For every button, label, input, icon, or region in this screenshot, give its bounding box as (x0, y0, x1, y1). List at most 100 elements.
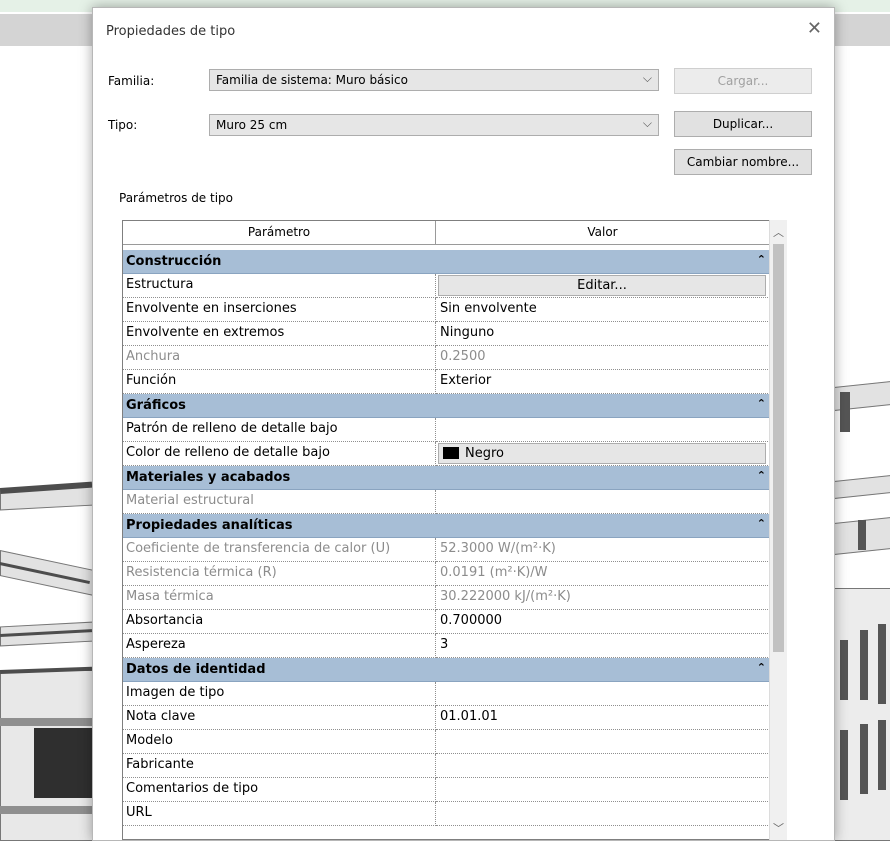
table-row[interactable]: Color de relleno de detalle bajo Negro (123, 442, 786, 466)
collapse-icon[interactable]: ⌃ (757, 661, 766, 674)
rename-button[interactable]: Cambiar nombre... (674, 149, 812, 175)
param-value[interactable]: Ninguno (436, 322, 770, 346)
param-value: 52.3000 W/(m²·K) (436, 538, 770, 562)
table-row[interactable]: Absortancia 0.700000 (123, 610, 786, 634)
param-name: Nota clave (123, 706, 436, 730)
param-name: Resistencia térmica (R) (123, 562, 436, 586)
param-value[interactable]: Sin envolvente (436, 298, 770, 322)
param-value[interactable]: 01.01.01 (436, 706, 770, 730)
column (840, 640, 848, 700)
collapse-icon[interactable]: ⌃ (757, 469, 766, 482)
param-name: Masa térmica (123, 586, 436, 610)
type-dropdown-value: Muro 25 cm (216, 118, 288, 132)
table-row[interactable]: Estructura Editar... (123, 274, 786, 298)
parameters-grid: Parámetro Valor = Construcción⌃ Estructu… (122, 220, 787, 840)
column (840, 392, 850, 432)
table-row: Coeficiente de transferencia de calor (U… (123, 538, 786, 562)
category-identidad[interactable]: Datos de identidad ⌃ (123, 658, 786, 682)
table-row[interactable]: Envolvente en inserciones Sin envolvente (123, 298, 786, 322)
table-row: Masa térmica 30.222000 kJ/(m²·K) (123, 586, 786, 610)
param-name: Envolvente en inserciones (123, 298, 436, 322)
category-analiticas[interactable]: Propiedades analíticas ⌃ (123, 514, 786, 538)
param-value: 0.2500 (436, 346, 770, 370)
column (858, 520, 866, 550)
facade-band (0, 806, 92, 814)
column-header-parameter[interactable]: Parámetro (123, 221, 436, 245)
color-name: Negro (465, 446, 504, 461)
building-roof-right (833, 14, 890, 46)
param-value[interactable] (436, 730, 770, 754)
param-name: Imagen de tipo (123, 682, 436, 706)
param-name: Anchura (123, 346, 436, 370)
param-value[interactable]: 0.700000 (436, 610, 770, 634)
scrollbar-thumb[interactable] (773, 244, 784, 652)
table-row[interactable]: Imagen de tipo (123, 682, 786, 706)
column (878, 720, 886, 790)
table-row[interactable]: Comentarios de tipo (123, 778, 786, 802)
column-header-value[interactable]: Valor (436, 221, 770, 245)
color-button[interactable]: Negro (438, 443, 766, 464)
type-parameters-label: Parámetros de tipo (119, 191, 234, 205)
edit-structure-button[interactable]: Editar... (438, 275, 766, 296)
param-name: Coeficiente de transferencia de calor (U… (123, 538, 436, 562)
load-button[interactable]: Cargar... (674, 68, 812, 94)
table-row[interactable]: URL (123, 802, 786, 826)
collapse-icon[interactable]: ⌃ (757, 517, 766, 530)
table-row[interactable]: Patrón de relleno de detalle bajo (123, 418, 786, 442)
table-row: Resistencia térmica (R) 0.0191 (m²·K)/W (123, 562, 786, 586)
type-properties-dialog: Propiedades de tipo ✕ Familia: Familia d… (92, 7, 835, 841)
grid-scrollbar[interactable]: ︿ ﹀ (769, 220, 787, 840)
family-dropdown-value: Familia de sistema: Muro básico (216, 73, 408, 87)
type-label: Tipo: (108, 118, 138, 132)
table-row[interactable]: Fabricante (123, 754, 786, 778)
category-label: Gráficos (126, 398, 186, 413)
chevron-down-icon: ⌵ (642, 71, 652, 85)
table-row[interactable]: Envolvente en extremos Ninguno (123, 322, 786, 346)
table-row[interactable]: Modelo (123, 730, 786, 754)
table-row[interactable]: Nota clave 01.01.01 (123, 706, 786, 730)
param-name: Aspereza (123, 634, 436, 658)
table-row[interactable]: Aspereza 3 (123, 634, 786, 658)
chevron-up-icon[interactable]: ︿ (773, 224, 784, 240)
param-name: Patrón de relleno de detalle bajo (123, 418, 436, 442)
param-value[interactable]: 3 (436, 634, 770, 658)
duplicate-button[interactable]: Duplicar... (674, 111, 812, 137)
color-swatch (443, 447, 459, 459)
family-dropdown[interactable]: Familia de sistema: Muro básico ⌵ (209, 69, 659, 91)
param-value[interactable] (436, 802, 770, 826)
collapse-icon[interactable]: ⌃ (757, 397, 766, 410)
param-name: Absortancia (123, 610, 436, 634)
param-name: Fabricante (123, 754, 436, 778)
type-dropdown[interactable]: Muro 25 cm ⌵ (209, 114, 659, 136)
param-name: Función (123, 370, 436, 394)
collapse-icon[interactable]: ⌃ (757, 253, 766, 266)
chevron-down-icon[interactable]: ﹀ (773, 820, 784, 836)
param-value: 0.0191 (m²·K)/W (436, 562, 770, 586)
category-label: Construcción (126, 254, 222, 269)
category-label: Propiedades analíticas (126, 518, 293, 533)
param-value[interactable] (436, 754, 770, 778)
param-name: URL (123, 802, 436, 826)
table-row: Anchura 0.2500 (123, 346, 786, 370)
category-label: Datos de identidad (126, 662, 266, 677)
param-value: 30.222000 kJ/(m²·K) (436, 586, 770, 610)
param-value[interactable] (436, 418, 770, 442)
param-name: Estructura (123, 274, 436, 298)
table-row: Material estructural (123, 490, 786, 514)
category-label: Materiales y acabados (126, 470, 291, 485)
facade-window (34, 728, 92, 798)
close-icon[interactable]: ✕ (807, 18, 822, 39)
category-graficos[interactable]: Gráficos ⌃ (123, 394, 786, 418)
category-construccion[interactable]: Construcción ⌃ (123, 250, 786, 274)
column (840, 730, 848, 800)
param-name: Modelo (123, 730, 436, 754)
param-value (436, 490, 770, 514)
family-label: Familia: (108, 74, 155, 88)
dialog-title: Propiedades de tipo (106, 24, 236, 39)
param-value[interactable] (436, 778, 770, 802)
table-row[interactable]: Función Exterior (123, 370, 786, 394)
category-materiales[interactable]: Materiales y acabados ⌃ (123, 466, 786, 490)
column (878, 624, 886, 704)
param-value[interactable] (436, 682, 770, 706)
param-value[interactable]: Exterior (436, 370, 770, 394)
